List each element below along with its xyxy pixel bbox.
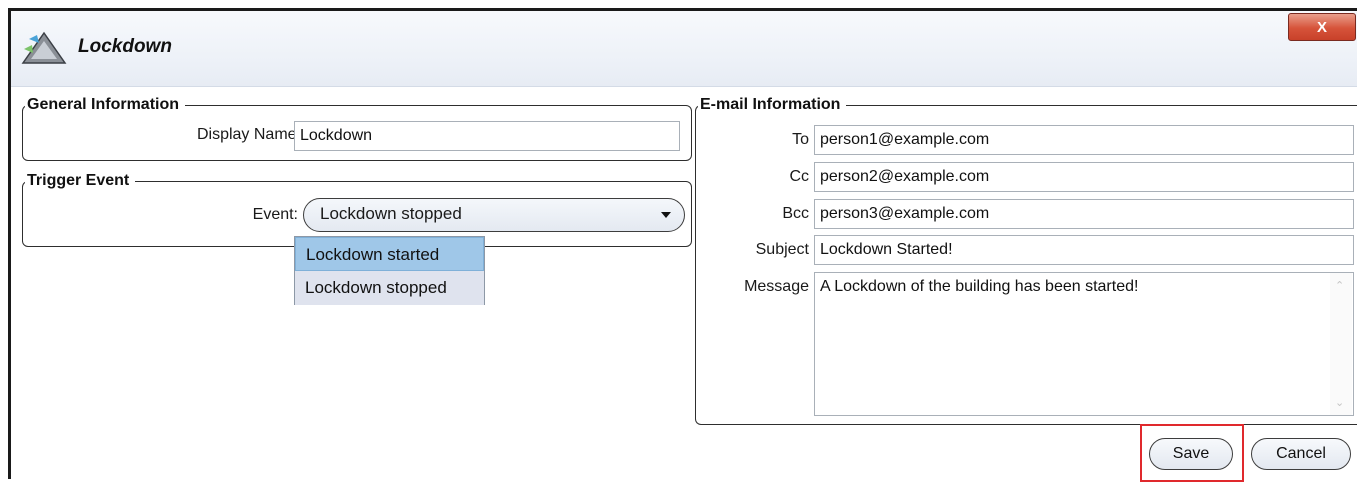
trigger-event-legend: Trigger Event: [25, 170, 136, 192]
close-button[interactable]: X: [1288, 13, 1356, 41]
subject-input[interactable]: [814, 235, 1354, 265]
window-title: Lockdown: [78, 36, 172, 57]
event-select[interactable]: Lockdown stopped: [303, 198, 685, 232]
message-scrollbar[interactable]: ⌃ ⌄: [1330, 273, 1352, 415]
app-triangle-icon: [21, 31, 67, 64]
bcc-input[interactable]: [814, 199, 1354, 229]
email-information-group: E-mail Information To Cc Bcc Subject Mes…: [695, 94, 1357, 425]
email-information-legend: E-mail Information: [698, 94, 847, 116]
cc-label: Cc: [789, 168, 809, 185]
dropdown-option-lockdown-started[interactable]: Lockdown started: [295, 237, 484, 271]
title-bar[interactable]: Lockdown X: [11, 11, 1357, 87]
to-input[interactable]: [814, 125, 1354, 155]
to-label: To: [792, 131, 809, 148]
message-textarea[interactable]: A Lockdown of the building has been star…: [814, 272, 1354, 416]
dialog-window: Lockdown X General Information Display N…: [8, 8, 1357, 482]
scroll-up-icon[interactable]: ⌃: [1335, 279, 1344, 292]
cc-input[interactable]: [814, 162, 1354, 192]
save-button[interactable]: Save: [1149, 438, 1233, 470]
event-dropdown-list: Lockdown started Lockdown stopped: [294, 236, 485, 305]
chevron-down-icon[interactable]: [661, 212, 671, 218]
dropdown-option-lockdown-stopped[interactable]: Lockdown stopped: [295, 271, 484, 305]
event-label: Event:: [252, 206, 298, 223]
message-label: Message: [744, 278, 809, 295]
general-information-group: General Information Display Name:: [22, 94, 692, 161]
bcc-label: Bcc: [782, 205, 809, 222]
cancel-button[interactable]: Cancel: [1251, 438, 1351, 470]
subject-label: Subject: [755, 241, 809, 258]
display-name-input[interactable]: [294, 121, 680, 151]
scroll-down-icon[interactable]: ⌄: [1335, 396, 1344, 409]
display-name-label: Display Name:: [196, 126, 301, 143]
general-information-legend: General Information: [25, 94, 186, 116]
event-select-value: Lockdown stopped: [320, 204, 462, 223]
